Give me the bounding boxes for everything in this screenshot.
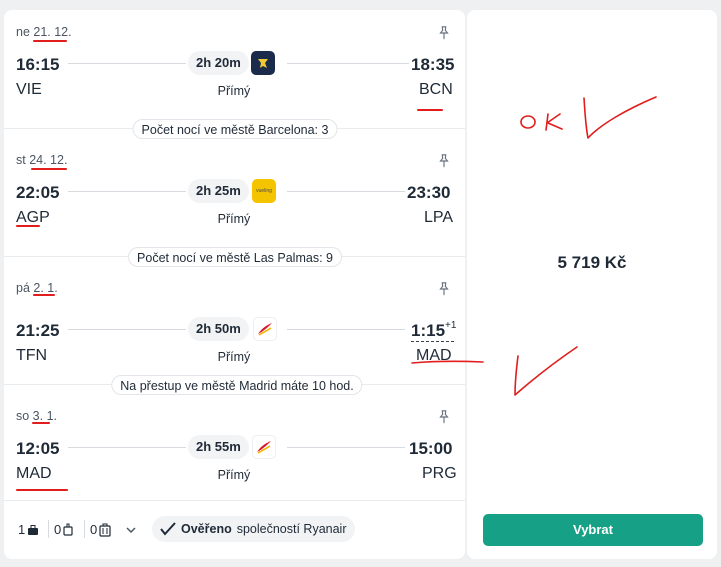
- handwritten-annotations: [411, 96, 657, 396]
